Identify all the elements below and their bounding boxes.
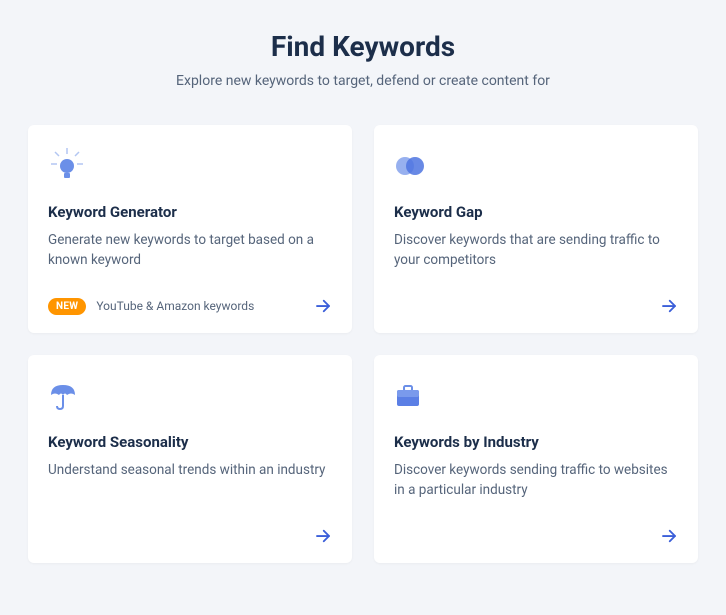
- card-description: Discover keywords sending traffic to web…: [394, 461, 678, 511]
- card-footer: [394, 527, 678, 545]
- card-keywords-by-industry[interactable]: Keywords by Industry Discover keywords s…: [374, 355, 698, 563]
- badge-text: YouTube & Amazon keywords: [96, 299, 254, 313]
- arrow-right-icon: [314, 527, 332, 545]
- arrow-right-icon: [660, 297, 678, 315]
- overlap-circles-icon: [394, 147, 678, 185]
- lightbulb-icon: [48, 147, 332, 185]
- card-title: Keywords by Industry: [394, 433, 678, 451]
- card-title: Keyword Seasonality: [48, 433, 332, 451]
- page-header: Find Keywords Explore new keywords to ta…: [28, 30, 698, 89]
- card-title: Keyword Generator: [48, 203, 332, 221]
- card-keyword-gap[interactable]: Keyword Gap Discover keywords that are s…: [374, 125, 698, 333]
- arrow-right-icon: [660, 527, 678, 545]
- card-title: Keyword Gap: [394, 203, 678, 221]
- cards-grid: Keyword Generator Generate new keywords …: [28, 125, 698, 563]
- card-footer: NEW YouTube & Amazon keywords: [48, 297, 332, 315]
- page-title: Find Keywords: [28, 30, 698, 63]
- card-footer: [48, 527, 332, 545]
- arrow-right-icon: [314, 297, 332, 315]
- new-badge: NEW: [48, 298, 86, 315]
- umbrella-icon: [48, 377, 332, 415]
- badge-group: NEW YouTube & Amazon keywords: [48, 298, 254, 315]
- card-footer: [394, 297, 678, 315]
- card-keyword-generator[interactable]: Keyword Generator Generate new keywords …: [28, 125, 352, 333]
- card-description: Discover keywords that are sending traff…: [394, 231, 678, 281]
- briefcase-icon: [394, 377, 678, 415]
- card-description: Generate new keywords to target based on…: [48, 231, 332, 281]
- card-description: Understand seasonal trends within an ind…: [48, 461, 332, 511]
- card-keyword-seasonality[interactable]: Keyword Seasonality Understand seasonal …: [28, 355, 352, 563]
- page-subtitle: Explore new keywords to target, defend o…: [28, 73, 698, 89]
